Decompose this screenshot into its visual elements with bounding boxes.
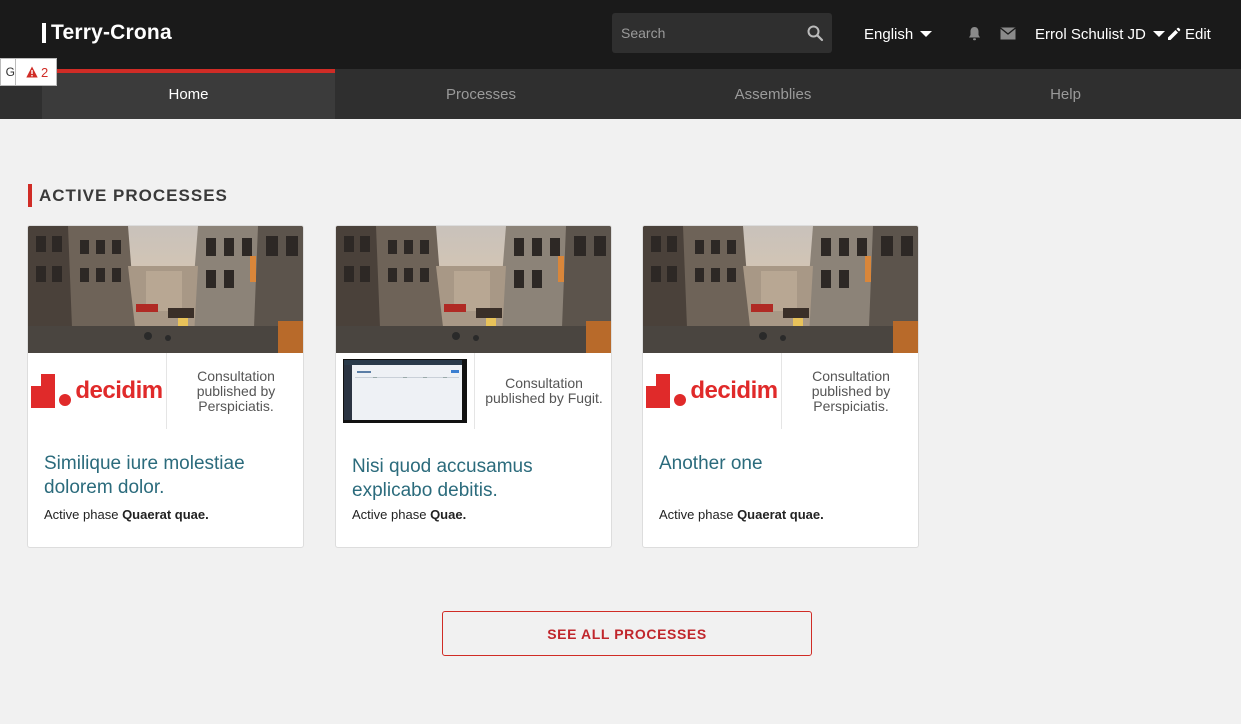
decidim-logo-mark [646,374,687,408]
phase-name: Quaerat quae. [122,507,209,522]
section-title: ACTIVE PROCESSES [39,185,228,205]
alert-badge[interactable]: 2 [15,58,58,86]
brand-name[interactable]: Terry-Crona [51,21,172,45]
nav-item-home[interactable]: Home [42,69,335,119]
decidim-logo: decidim [646,374,778,408]
process-card[interactable]: decidim Consultation published by Perspi… [642,225,919,548]
process-card-phase: Active phase Quaerat quae. [659,507,824,522]
process-card-image [643,226,919,353]
language-selector[interactable]: English [864,22,933,46]
section-heading-mark [28,184,32,207]
chevron-down-icon [1152,31,1165,37]
dev-badges: G 2 [0,58,58,86]
user-name: Errol Schulist JD [1035,25,1146,43]
warning-icon [26,66,38,78]
brand-logo[interactable]: Terry-Crona [42,20,172,46]
phase-name: Quaerat quae. [737,507,824,522]
decidim-logo: decidim [31,374,163,408]
screenshot-thumbnail [343,359,467,423]
organization-logo [336,353,475,429]
process-card-image [28,226,304,353]
process-card-title[interactable]: Another one [659,452,904,476]
nav-item-help[interactable]: Help [919,69,1212,119]
search-icon[interactable] [806,24,824,42]
language-label: English [864,25,914,43]
phase-prefix: Active phase [44,507,119,522]
edit-label: Edit [1185,25,1211,43]
decidim-logo-text: decidim [690,377,778,404]
see-all-processes-button[interactable]: SEE ALL PROCESSES [442,611,812,656]
search-input[interactable] [612,13,797,53]
phase-name: Quae. [430,507,467,522]
process-card-phase: Active phase Quaerat quae. [44,507,209,522]
process-card-image [336,226,612,353]
search-box [612,13,832,53]
process-card[interactable]: Consultation published by Fugit. Nisi qu… [335,225,612,548]
process-card-phase: Active phase Quae. [352,507,466,522]
decidim-logo-mark [31,374,72,408]
process-card-title[interactable]: Similique iure molestiae dolorem dolor. [44,452,289,500]
section-heading: ACTIVE PROCESSES [28,184,228,207]
dev-badge-left[interactable]: G [0,58,15,86]
nav-item-assemblies[interactable]: Assemblies [627,69,919,119]
nav-item-processes[interactable]: Processes [335,69,627,119]
process-card-meta: Consultation published by Perspiciatis. [811,367,891,414]
user-menu[interactable]: Errol Schulist JD [1035,22,1165,46]
process-card-meta: Consultation published by Perspiciatis. [196,367,276,414]
phase-prefix: Active phase [352,507,427,522]
organization-logo: decidim [643,353,782,429]
main-nav: Home Processes Assemblies Help [0,69,1241,119]
decidim-logo-text: decidim [75,377,163,404]
process-card[interactable]: decidim Consultation published by Perspi… [27,225,304,548]
phase-prefix: Active phase [659,507,734,522]
organization-logo: decidim [28,353,167,429]
alert-count: 2 [41,64,49,80]
edit-link[interactable]: Edit [1167,22,1211,46]
dev-badge-left-text: G [5,65,15,79]
process-card-meta: Consultation published by Fugit. [485,375,603,406]
bell-icon[interactable] [967,26,982,41]
top-bar: Terry-Crona English Errol Schulist JD Ed… [0,0,1241,69]
brand-mark [42,23,46,43]
process-card-title[interactable]: Nisi quod accusamus explicabo debitis. [352,455,597,503]
chevron-down-icon [920,31,933,37]
pencil-icon [1168,27,1181,40]
mail-icon[interactable] [1000,27,1016,40]
